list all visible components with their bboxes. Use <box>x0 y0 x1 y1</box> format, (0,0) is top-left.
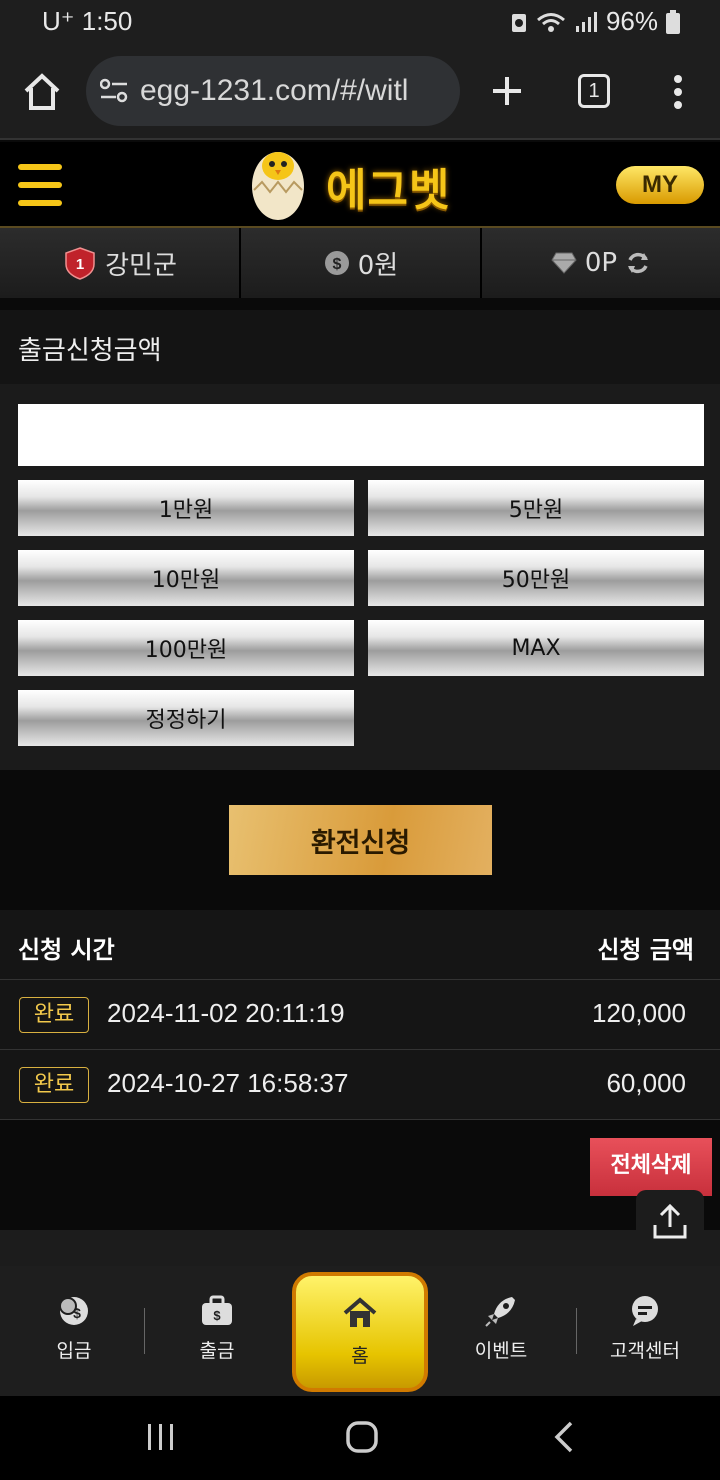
money-value: 0원 <box>357 250 399 281</box>
request-time: 2024-10-27 16:58:37 <box>107 1068 349 1098</box>
site-header: 에그벳 MY <box>0 142 720 228</box>
coin-icon: $ <box>324 251 349 275</box>
reset-amount-button[interactable]: 정정하기 <box>18 690 354 746</box>
amount-button-max[interactable]: MAX <box>368 620 704 676</box>
user-points: 0P <box>482 228 720 298</box>
egg-chick-logo-icon[interactable] <box>248 146 308 222</box>
site-logo-text[interactable]: 에그벳 <box>326 154 450 218</box>
refresh-icon[interactable] <box>625 250 651 276</box>
svg-text:$: $ <box>332 256 341 273</box>
status-bar: U⁺ 1:50 96% <box>0 0 720 46</box>
column-header-time: 신청 시간 <box>18 936 115 964</box>
nav-home[interactable]: 홈 <box>292 1272 428 1392</box>
battery-level: 96% <box>605 6 658 36</box>
svg-text:$: $ <box>213 1308 221 1323</box>
address-bar[interactable]: egg-1231.com/#/witl <box>86 56 460 126</box>
status-icons: 96% <box>510 6 680 37</box>
android-navigation-bar <box>0 1396 720 1480</box>
nav-divider <box>144 1308 145 1354</box>
amount-button-10k[interactable]: 1만원 <box>18 480 354 536</box>
user-level-name: 1 강민군 <box>0 228 240 298</box>
status-time: U⁺ 1:50 <box>42 6 132 37</box>
my-page-button[interactable]: MY <box>616 166 704 204</box>
scroll-to-top-button[interactable] <box>636 1190 704 1254</box>
browser-toolbar: egg-1231.com/#/witl 1 <box>0 46 720 140</box>
request-amount: 60,000 <box>606 1068 686 1098</box>
nav-support[interactable]: 고객센터 <box>585 1294 705 1374</box>
points-value: 0P <box>584 248 618 278</box>
footer-strip <box>0 1230 720 1266</box>
nav-label: 출금 <box>199 1340 235 1362</box>
recent-apps-icon[interactable] <box>146 1422 176 1452</box>
user-info-bar: 1 강민군 $ 0원 0P <box>0 228 720 298</box>
section-title: 출금신청금액 <box>18 336 162 366</box>
status-badge: 완료 <box>19 997 89 1033</box>
request-amount: 120,000 <box>592 998 686 1028</box>
house-icon <box>343 1296 377 1327</box>
nav-withdraw[interactable]: $ 출금 <box>157 1294 277 1374</box>
home-icon[interactable] <box>22 72 62 112</box>
diamond-icon <box>551 252 577 274</box>
column-header-amount: 신청 금액 <box>597 936 694 964</box>
home-circle-icon[interactable] <box>345 1420 379 1454</box>
tab-count: 1 <box>588 80 600 102</box>
history-row[interactable]: 완료 2024-10-27 16:58:37 60,000 <box>0 1050 720 1120</box>
nav-deposit[interactable]: $ 입금 <box>14 1294 134 1374</box>
amount-button-500k[interactable]: 50만원 <box>368 550 704 606</box>
level-badge-icon: 1 <box>65 247 95 280</box>
nav-label: 입금 <box>56 1340 92 1362</box>
bottom-navigation: $ 입금 $ 출금 홈 이벤트 고객센터 <box>0 1266 720 1396</box>
withdraw-form: 1만원 5만원 10만원 50만원 100만원 MAX 정정하기 <box>0 384 720 770</box>
history-row[interactable]: 완료 2024-11-02 20:11:19 120,000 <box>0 980 720 1050</box>
withdraw-amount-header: 출금신청금액 <box>0 310 720 384</box>
signal-icon <box>575 11 597 32</box>
battery-icon <box>666 9 680 34</box>
wifi-icon <box>536 12 565 32</box>
amount-input[interactable] <box>18 404 704 466</box>
briefcase-icon: $ <box>202 1295 232 1325</box>
upload-arrow-icon <box>653 1203 687 1239</box>
deposit-coin-icon: $ <box>59 1297 88 1325</box>
url-text[interactable]: egg-1231.com/#/witl <box>140 74 408 108</box>
rocket-icon <box>485 1297 515 1327</box>
carrier-label: U⁺ <box>42 6 75 36</box>
status-badge: 완료 <box>19 1067 89 1103</box>
chat-bubble-icon <box>632 1296 658 1326</box>
new-tab-icon[interactable] <box>490 74 524 108</box>
amount-button-1m[interactable]: 100만원 <box>18 620 354 676</box>
overflow-menu-icon[interactable] <box>670 74 686 110</box>
amount-button-50k[interactable]: 5만원 <box>368 480 704 536</box>
nav-event[interactable]: 이벤트 <box>441 1294 561 1374</box>
nav-label: 이벤트 <box>474 1340 528 1362</box>
back-icon[interactable] <box>552 1420 576 1454</box>
user-money: $ 0원 <box>241 228 481 298</box>
battery-saver-icon <box>511 13 526 32</box>
hamburger-menu-icon[interactable] <box>18 164 62 206</box>
request-time: 2024-11-02 20:11:19 <box>107 998 345 1028</box>
amount-button-100k[interactable]: 10만원 <box>18 550 354 606</box>
delete-all-button[interactable]: 전체삭제 <box>590 1138 712 1196</box>
level-number: 1 <box>76 256 84 273</box>
site-settings-icon[interactable] <box>100 78 128 104</box>
svg-text:$: $ <box>73 1305 81 1321</box>
nav-label: 홈 <box>351 1344 369 1367</box>
nav-divider <box>576 1308 577 1354</box>
withdraw-submit-button[interactable]: 환전신청 <box>229 805 492 875</box>
clock: 1:50 <box>81 6 133 36</box>
username: 강민군 <box>105 250 177 281</box>
tab-switcher-button[interactable]: 1 <box>578 74 610 108</box>
history-header: 신청 시간 신청 금액 <box>0 910 720 980</box>
nav-label: 고객센터 <box>610 1340 680 1362</box>
